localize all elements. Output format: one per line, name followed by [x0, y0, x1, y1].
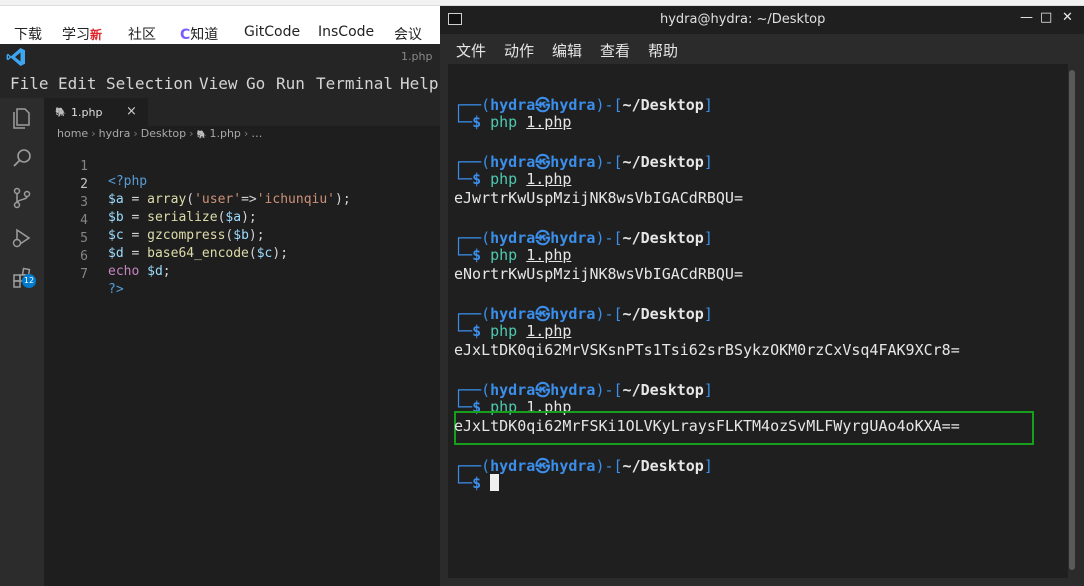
scrollbar-thumb[interactable]	[1069, 70, 1075, 570]
extensions-badge: 12	[22, 274, 36, 288]
bookmark-zhidao[interactable]: C知道	[180, 24, 218, 44]
editor-tab-bar: 🐘 1.php ×	[44, 98, 440, 126]
command-line: └─$ php 1.php	[454, 170, 572, 188]
source-control-icon[interactable]	[10, 186, 34, 210]
menu-view-zh[interactable]: 查看	[600, 40, 630, 61]
maximize-icon[interactable]: □	[1040, 10, 1052, 25]
vscode-menubar: File Edit Selection View Go Run Terminal…	[0, 70, 440, 98]
bookmark-community[interactable]: 社区	[128, 24, 156, 44]
code-line: 1 <?php	[44, 144, 440, 189]
menu-go[interactable]: Go	[246, 74, 265, 93]
command-line: └─$ php 1.php	[454, 113, 572, 131]
menu-edit-zh[interactable]: 编辑	[552, 40, 582, 61]
terminal-scrollbar[interactable]	[1068, 64, 1076, 578]
menu-selection[interactable]: Selection	[106, 74, 193, 93]
terminal-output[interactable]: ┌──(hydra㉿hydra)-[~/Desktop] └─$ php 1.p…	[448, 64, 1068, 578]
bookmark-gitcode[interactable]: GitCode	[244, 24, 300, 40]
new-badge: 新	[90, 28, 103, 42]
bookmark-zhidao-label: 知道	[190, 27, 219, 43]
vscode-logo-icon	[6, 48, 25, 66]
close-icon[interactable]: ×	[126, 104, 137, 119]
command-line: └─$ php 1.php	[454, 322, 572, 340]
terminal-window-title: hydra@hydra: ~/Desktop	[660, 12, 826, 27]
breadcrumb-home[interactable]: home	[57, 127, 88, 140]
menu-run[interactable]: Run	[276, 74, 305, 93]
bookmark-learn-label: 学习	[62, 27, 90, 43]
active-command-line[interactable]: └─$	[454, 474, 500, 493]
bookmark-meeting[interactable]: 会议	[394, 24, 422, 44]
prompt-line: ┌──(hydra㉿hydra)-[~/Desktop]	[454, 96, 713, 114]
code-line: 7 ?>	[44, 252, 440, 297]
php-elephant-icon: 🐘	[196, 130, 207, 139]
tab-1-php[interactable]: 🐘 1.php ×	[44, 98, 148, 126]
highlighted-output: eJxLtDK0qi62MrFSKi1OLVKyLraysFLKTM4ozSvM…	[454, 417, 960, 435]
breadcrumb: home › hydra › Desktop › 🐘 1.php ›…	[57, 127, 262, 140]
vscode-window: 1.php File Edit Selection View Go Run Te…	[0, 44, 440, 586]
chevron-right-icon: ›	[133, 127, 138, 140]
prompt-line: ┌──(hydra㉿hydra)-[~/Desktop]	[454, 381, 713, 399]
minimize-icon[interactable]: —	[1020, 10, 1033, 25]
chevron-right-icon: ›	[91, 127, 96, 140]
terminal-window: hydra@hydra: ~/Desktop — □ ✕ 文件 动作 编辑 查看…	[440, 6, 1084, 586]
terminal-titlebar: hydra@hydra: ~/Desktop — □ ✕	[440, 6, 1084, 34]
code-editor[interactable]: 1 <?php 2 $a = array('user'=>'ichunqiu')…	[44, 144, 440, 586]
text-cursor	[490, 474, 500, 491]
close-icon[interactable]: ✕	[1062, 10, 1073, 25]
command-output: eJwrtrKwUspMzijNK8wsVbIGACdRBQU=	[454, 189, 743, 207]
command-line: └─$ php 1.php	[454, 246, 572, 264]
breadcrumb-hydra[interactable]: hydra	[99, 127, 131, 140]
prompt-line: ┌──(hydra㉿hydra)-[~/Desktop]	[454, 305, 713, 323]
chevron-right-icon: ›	[189, 127, 194, 140]
menu-terminal[interactable]: Terminal	[316, 74, 393, 93]
code-line: 6 echo $d;	[44, 234, 440, 279]
menu-view[interactable]: View	[199, 74, 238, 93]
menu-help[interactable]: Help	[400, 74, 439, 93]
menu-file[interactable]: File	[10, 74, 49, 93]
menu-help-zh[interactable]: 帮助	[648, 40, 678, 61]
command-output: eNortrKwUspMzijNK8wsVbIGACdRBQU=	[454, 265, 743, 283]
terminal-menubar: 文件 动作 编辑 查看 帮助	[440, 34, 1084, 64]
ring-logo-icon: C	[180, 27, 191, 43]
prompt-line: ┌──(hydra㉿hydra)-[~/Desktop]	[454, 229, 713, 247]
breadcrumb-more[interactable]: …	[251, 127, 262, 140]
chevron-right-icon: ›	[243, 127, 249, 140]
prompt-line: ┌──(hydra㉿hydra)-[~/Desktop]	[454, 457, 713, 475]
window-controls: — □ ✕	[1020, 10, 1084, 30]
tab-label: 1.php	[71, 106, 103, 119]
vscode-window-title: 1.php	[401, 50, 433, 63]
bookmark-inscode[interactable]: InsCode	[318, 24, 374, 40]
terminal-app-icon	[448, 13, 462, 25]
explorer-icon[interactable]	[10, 106, 34, 130]
php-elephant-icon: 🐘	[55, 108, 67, 118]
bookmark-learn[interactable]: 学习新	[62, 24, 102, 44]
menu-edit[interactable]: Edit	[58, 74, 97, 93]
search-icon[interactable]	[10, 146, 34, 170]
breadcrumb-desktop[interactable]: Desktop	[141, 127, 186, 140]
prompt-line: ┌──(hydra㉿hydra)-[~/Desktop]	[454, 153, 713, 171]
menu-action-zh[interactable]: 动作	[504, 40, 534, 61]
command-output: eJxLtDK0qi62MrVSKsnPTs1Tsi62srBSykzOKM0r…	[454, 341, 960, 359]
activity-bar: 12	[0, 98, 44, 586]
breadcrumb-file[interactable]: 1.php	[209, 127, 240, 140]
line-number: 7	[80, 267, 88, 282]
code-line: 3 $b = serialize($a);	[44, 180, 440, 225]
menu-file-zh[interactable]: 文件	[456, 40, 486, 61]
code-text: ?>	[108, 282, 124, 297]
code-line: 5 $d = base64_encode($c);	[44, 216, 440, 261]
code-line: 2 $a = array('user'=>'ichunqiu');	[44, 162, 440, 207]
vscode-titlebar: 1.php	[0, 44, 440, 70]
bookmark-download[interactable]: 下载	[14, 24, 42, 44]
code-line: 4 $c = gzcompress($b);	[44, 198, 440, 243]
run-debug-icon[interactable]	[10, 226, 34, 250]
